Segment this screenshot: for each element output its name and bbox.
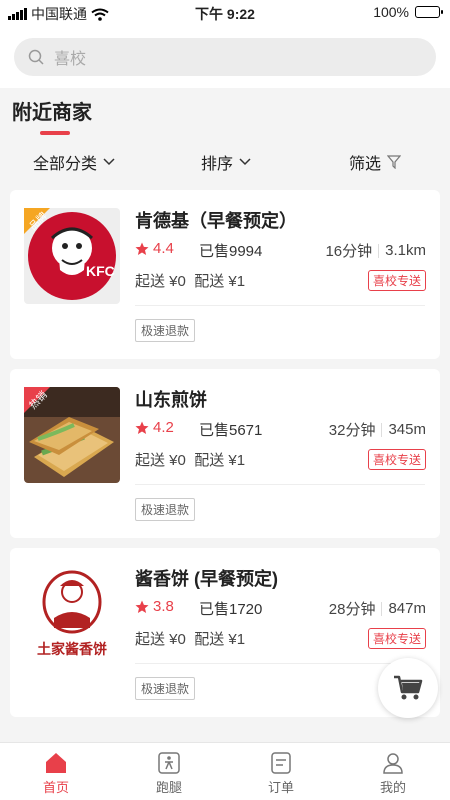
battery-percent: 100%: [373, 4, 409, 20]
store-card[interactable]: KFC 品牌 肯德基（早餐预定） 4.4 已售9994 16分钟 3.1km 起…: [10, 190, 440, 359]
chevron-down-icon: [103, 158, 115, 166]
refund-tag: 极速退款: [135, 319, 196, 342]
hot-sale-badge: 热销: [24, 387, 62, 425]
store-list: KFC 品牌 肯德基（早餐预定） 4.4 已售9994 16分钟 3.1km 起…: [10, 190, 440, 727]
divider: [135, 663, 425, 664]
min-order: 起送 ¥0: [135, 631, 186, 648]
errand-icon: [158, 752, 180, 774]
delivery-tag: 喜校专送: [367, 270, 426, 291]
section-title: 附近商家: [12, 102, 92, 124]
status-bar: 中国联通 下午 9:22 100%: [0, 0, 450, 24]
store-name: 肯德基（早餐预定）: [135, 211, 297, 231]
search-bar: 喜校: [0, 24, 450, 88]
svg-text:土家酱香饼: 土家酱香饼: [37, 641, 107, 658]
min-order: 起送 ¥0: [135, 452, 186, 469]
store-rating: 3.8: [135, 598, 174, 615]
profile-icon: [383, 753, 403, 774]
category-filter[interactable]: 全部分类: [33, 150, 115, 174]
tab-errand[interactable]: 跑腿: [129, 749, 209, 796]
title-underline: [40, 131, 70, 135]
store-rating: 4.2: [135, 419, 174, 436]
store-card[interactable]: 热销 山东煎饼 4.2 已售5671 32分钟 345m 起送 ¥0 配送 ¥1…: [10, 369, 440, 538]
filter-bar: 全部分类 排序 筛选: [0, 140, 450, 182]
store-logo-jiangxiangbing: 土家酱香饼: [24, 566, 120, 662]
star-icon: [135, 242, 149, 255]
tab-home-label: 首页: [42, 780, 69, 795]
bottom-tab-bar: 首页 跑腿 订单 我的: [0, 742, 450, 800]
refund-tag: 极速退款: [135, 498, 196, 521]
min-order: 起送 ¥0: [135, 273, 186, 290]
search-icon: [28, 49, 44, 65]
delivery-fee: 配送 ¥1: [194, 273, 246, 290]
star-icon: [135, 421, 149, 434]
delivery-time: 32分钟: [328, 422, 376, 439]
sold-count: 已售1720: [199, 601, 263, 618]
funnel-icon: [387, 155, 402, 169]
sold-count: 已售5671: [199, 422, 263, 439]
store-distance: 847m: [388, 600, 426, 617]
search-input[interactable]: 喜校: [14, 38, 436, 76]
star-icon: [135, 600, 149, 613]
chevron-down-icon: [239, 158, 251, 166]
tab-profile-label: 我的: [379, 780, 406, 795]
delivery-tag: 喜校专送: [367, 449, 426, 470]
sort-filter[interactable]: 排序: [201, 150, 251, 174]
refund-tag: 极速退款: [135, 677, 196, 700]
delivery-time: 16分钟: [325, 243, 373, 260]
screen-filter-label: 筛选: [349, 156, 382, 173]
delivery-fee: 配送 ¥1: [194, 631, 246, 648]
screen-filter[interactable]: 筛选: [349, 150, 402, 174]
sold-count: 已售9994: [199, 243, 263, 260]
store-name: 酱香饼 (早餐预定): [135, 569, 278, 589]
cart-icon: [394, 675, 423, 700]
tab-errand-label: 跑腿: [155, 780, 182, 795]
tab-orders-label: 订单: [267, 780, 294, 795]
cart-button[interactable]: [378, 658, 438, 718]
sort-filter-label: 排序: [201, 156, 234, 173]
divider: [135, 484, 425, 485]
store-distance: 3.1km: [385, 242, 426, 259]
brand-badge: 品牌: [24, 208, 62, 246]
store-rating: 4.4: [135, 240, 174, 257]
store-distance: 345m: [388, 421, 426, 438]
delivery-time: 28分钟: [328, 601, 376, 618]
order-icon: [271, 752, 291, 774]
store-card[interactable]: 土家酱香饼 酱香饼 (早餐预定) 3.8 已售1720 28分钟 847m 起送…: [10, 548, 440, 717]
divider: [135, 305, 425, 306]
svg-text:KFC: KFC: [86, 263, 115, 279]
search-placeholder: 喜校: [54, 51, 87, 68]
delivery-tag: 喜校专送: [367, 628, 426, 649]
home-icon: [46, 753, 66, 773]
tab-home[interactable]: 首页: [16, 749, 96, 796]
tab-orders[interactable]: 订单: [241, 749, 321, 796]
store-name: 山东煎饼: [135, 390, 207, 410]
category-filter-label: 全部分类: [33, 156, 98, 173]
delivery-fee: 配送 ¥1: [194, 452, 246, 469]
battery-icon: [415, 6, 443, 18]
tab-profile[interactable]: 我的: [353, 749, 433, 796]
